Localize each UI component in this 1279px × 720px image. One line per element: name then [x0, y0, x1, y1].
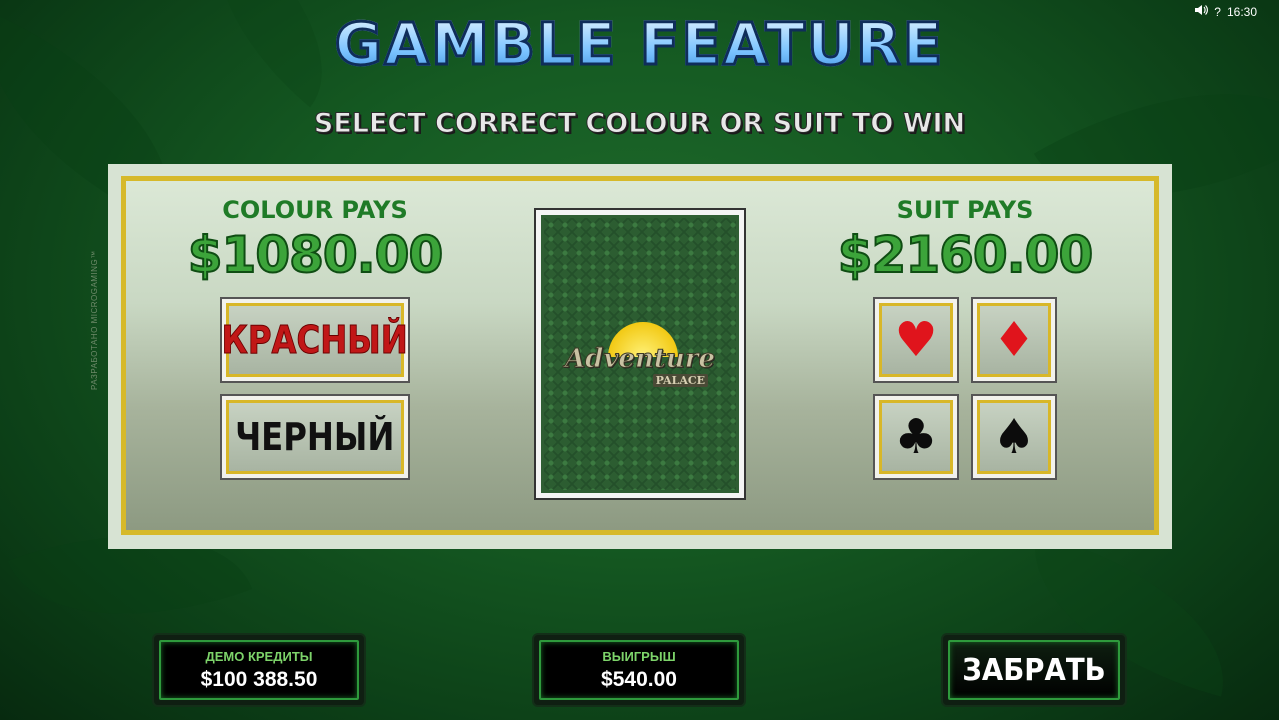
face-down-card: Adventure PALACE: [534, 208, 746, 500]
win-label: ВЫИГРЫШ: [602, 648, 676, 664]
demo-credits-label: ДЕМО КРЕДИТЫ: [205, 648, 313, 664]
demo-credits-value: $100 388.50: [200, 667, 318, 691]
hearts-button-face: ♥: [879, 303, 953, 377]
suit-pays-label: SUIT PAYS: [896, 196, 1034, 224]
diamonds-button[interactable]: ♦: [971, 297, 1057, 383]
page-title: GAMBLE FEATURE: [0, 9, 1279, 80]
demo-credits-display: ДЕМО КРЕДИТЫ $100 388.50: [152, 633, 366, 707]
card-back: Adventure PALACE: [541, 215, 739, 493]
spades-icon: ♠: [992, 409, 1036, 465]
hearts-button[interactable]: ♥: [873, 297, 959, 383]
win-inner: ВЫИГРЫШ $540.00: [539, 640, 739, 700]
black-button[interactable]: ЧЕРНЫЙ: [220, 394, 410, 480]
spades-button-face: ♠: [977, 400, 1051, 474]
diamonds-icon: ♦: [992, 312, 1036, 368]
collect-button-label: ЗАБРАТЬ: [962, 652, 1106, 688]
logo-sub: PALACE: [652, 374, 708, 387]
page-subtitle: SELECT CORRECT COLOUR OR SUIT TO WIN: [313, 108, 966, 140]
clubs-button[interactable]: ♣: [873, 394, 959, 480]
clubs-icon: ♣: [894, 409, 938, 465]
collect-button-inner: ЗАБРАТЬ: [948, 640, 1120, 700]
clubs-button-face: ♣: [879, 400, 953, 474]
red-button[interactable]: КРАСНЫЙ: [220, 297, 410, 383]
red-button-label: КРАСНЫЙ: [221, 318, 409, 363]
adventure-palace-logo: Adventure PALACE: [544, 316, 736, 406]
colour-pays-label: COLOUR PAYS: [222, 196, 408, 224]
hearts-icon: ♥: [894, 312, 938, 368]
colour-pays-amount: $1080.00: [187, 225, 445, 285]
collect-button[interactable]: ЗАБРАТЬ: [941, 633, 1127, 707]
spades-button[interactable]: ♠: [971, 394, 1057, 480]
black-button-label: ЧЕРНЫЙ: [235, 415, 395, 459]
suit-pays-amount: $2160.00: [837, 225, 1095, 285]
logo-word: Adventure: [564, 344, 716, 375]
black-button-face: ЧЕРНЫЙ: [226, 400, 404, 474]
win-display: ВЫИГРЫШ $540.00: [532, 633, 746, 707]
win-value: $540.00: [601, 667, 677, 691]
developer-credit: РАЗРАБОТАНО MICROGAMING™: [90, 250, 99, 390]
diamonds-button-face: ♦: [977, 303, 1051, 377]
demo-credits-inner: ДЕМО КРЕДИТЫ $100 388.50: [159, 640, 359, 700]
red-button-face: КРАСНЫЙ: [221, 303, 409, 377]
